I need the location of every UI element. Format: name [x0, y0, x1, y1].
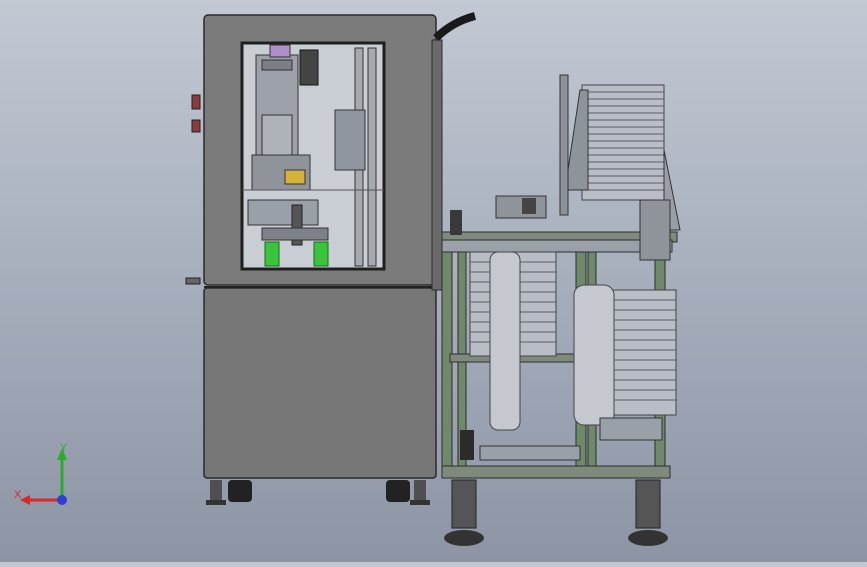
orientation-triad: Y X — [14, 442, 68, 505]
emergency-button — [191, 94, 201, 110]
y-axis-label: Y — [60, 442, 68, 454]
cable-chain — [433, 12, 477, 41]
tray-stack-lower — [469, 251, 677, 441]
cad-viewport[interactable]: Y X — [0, 0, 867, 562]
indicator-lamp — [191, 119, 201, 133]
casters — [228, 480, 410, 502]
door-handle — [185, 277, 201, 285]
leveling-feet — [206, 479, 668, 546]
x-axis-label: X — [14, 489, 22, 501]
z-axis-marker — [57, 495, 67, 505]
machine-model: Y X — [14, 12, 681, 546]
viewing-window — [240, 41, 386, 271]
